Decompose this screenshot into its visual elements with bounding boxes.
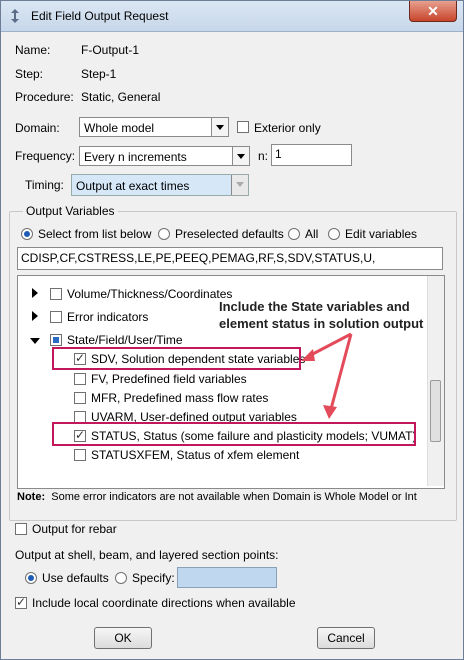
output-variables-label: Output Variables xyxy=(23,204,118,218)
rebar-label: Output for rebar xyxy=(32,522,117,536)
tree-checkbox-volume[interactable] xyxy=(50,288,62,300)
exterior-only-checkbox[interactable] xyxy=(237,121,249,133)
radio-edit-variables-label: Edit variables xyxy=(345,227,418,241)
timing-select-value: Output at exact times xyxy=(76,179,190,193)
n-input[interactable]: 1 xyxy=(271,144,352,166)
tree-item-state-field[interactable]: State/Field/User/Time xyxy=(67,333,183,347)
note-text: Note: Some error indicators are not avai… xyxy=(17,491,457,503)
tree-checkbox-fv[interactable] xyxy=(74,373,86,385)
name-value: F-Output-1 xyxy=(81,43,140,57)
title-bar[interactable]: Edit Field Output Request ✕ xyxy=(1,1,463,32)
rebar-checkbox[interactable] xyxy=(15,523,27,535)
radio-specify-label: Specify: xyxy=(132,571,175,585)
status-highlight-box xyxy=(52,422,416,446)
radio-all-label: All xyxy=(305,227,319,241)
exterior-only-label: Exterior only xyxy=(254,121,321,135)
domain-select[interactable]: Whole model xyxy=(79,117,229,137)
cancel-button[interactable]: Cancel xyxy=(317,627,375,649)
tree-item-error-indicators[interactable]: Error indicators xyxy=(67,310,148,324)
radio-specify[interactable] xyxy=(115,572,127,584)
timing-select[interactable]: Output at exact times xyxy=(71,174,249,196)
domain-select-value: Whole model xyxy=(84,121,155,135)
move-arrows-icon xyxy=(11,9,19,23)
ok-button[interactable]: OK xyxy=(94,627,152,649)
note-body: Some error indicators are not available … xyxy=(51,491,417,503)
partial-check-icon xyxy=(53,337,59,343)
radio-all[interactable] xyxy=(288,228,300,240)
annotation-arrows-icon xyxy=(301,332,353,419)
tree-scrollbar-thumb[interactable] xyxy=(430,380,441,442)
radio-select-from-list-label: Select from list below xyxy=(38,227,152,241)
tree-scrollbar[interactable] xyxy=(427,276,444,486)
tree-checkbox-statusxfem[interactable] xyxy=(74,449,86,461)
radio-use-defaults-label: Use defaults xyxy=(42,571,109,585)
tree-item-volume[interactable]: Volume/Thickness/Coordinates xyxy=(67,287,232,301)
window-title: Edit Field Output Request xyxy=(31,9,169,23)
radio-edit-variables[interactable] xyxy=(328,228,340,240)
note-label: Note: xyxy=(17,491,46,503)
radio-use-defaults[interactable] xyxy=(25,572,37,584)
dialog-window: Edit Field Output Request ✕ Name: F-Outp… xyxy=(0,0,464,660)
chevron-down-icon[interactable] xyxy=(211,118,228,136)
step-label: Step: xyxy=(15,67,44,81)
procedure-label: Procedure: xyxy=(15,90,74,104)
domain-label: Domain: xyxy=(15,121,60,135)
local-coordinates-checkbox[interactable] xyxy=(15,595,27,609)
radio-preselected-defaults[interactable] xyxy=(158,228,170,240)
frequency-label: Frequency: xyxy=(15,149,76,163)
tree-item-statusxfem[interactable]: STATUSXFEM, Status of xfem element xyxy=(91,448,299,462)
tree-item-mfr[interactable]: MFR, Predefined mass flow rates xyxy=(91,391,268,405)
collapse-arrow-icon[interactable] xyxy=(30,338,40,344)
frequency-select-value: Every n increments xyxy=(84,150,187,164)
tree-checkbox-mfr[interactable] xyxy=(74,392,86,404)
tree-item-fv[interactable]: FV, Predefined field variables xyxy=(91,372,247,386)
expand-arrow-icon[interactable] xyxy=(32,311,38,321)
close-button[interactable]: ✕ xyxy=(409,1,457,22)
variables-text-field[interactable]: CDISP,CF,CSTRESS,LE,PE,PEEQ,PEMAG,RF,S,S… xyxy=(17,247,443,270)
frequency-select[interactable]: Every n increments xyxy=(79,146,250,166)
sdv-highlight-box xyxy=(52,347,301,370)
n-label: n: xyxy=(258,149,269,163)
annotation-line-1: Include the State variables and xyxy=(219,299,410,314)
radio-preselected-defaults-label: Preselected defaults xyxy=(175,227,284,241)
timing-label: Timing: xyxy=(25,178,64,192)
procedure-value: Static, General xyxy=(81,90,161,104)
step-value: Step-1 xyxy=(81,67,117,81)
tree-checkbox-error-indicators[interactable] xyxy=(50,311,62,323)
chevron-down-icon[interactable] xyxy=(232,147,249,165)
specify-input[interactable] xyxy=(177,567,277,588)
chevron-down-icon[interactable] xyxy=(231,175,248,195)
local-coordinates-label: Include local coordinate directions when… xyxy=(32,596,296,610)
section-points-label: Output at shell, beam, and layered secti… xyxy=(15,548,279,562)
expand-arrow-icon[interactable] xyxy=(32,288,38,298)
name-label: Name: xyxy=(15,43,51,57)
tree-checkbox-state-field[interactable] xyxy=(50,334,62,346)
radio-select-from-list[interactable] xyxy=(21,228,33,240)
